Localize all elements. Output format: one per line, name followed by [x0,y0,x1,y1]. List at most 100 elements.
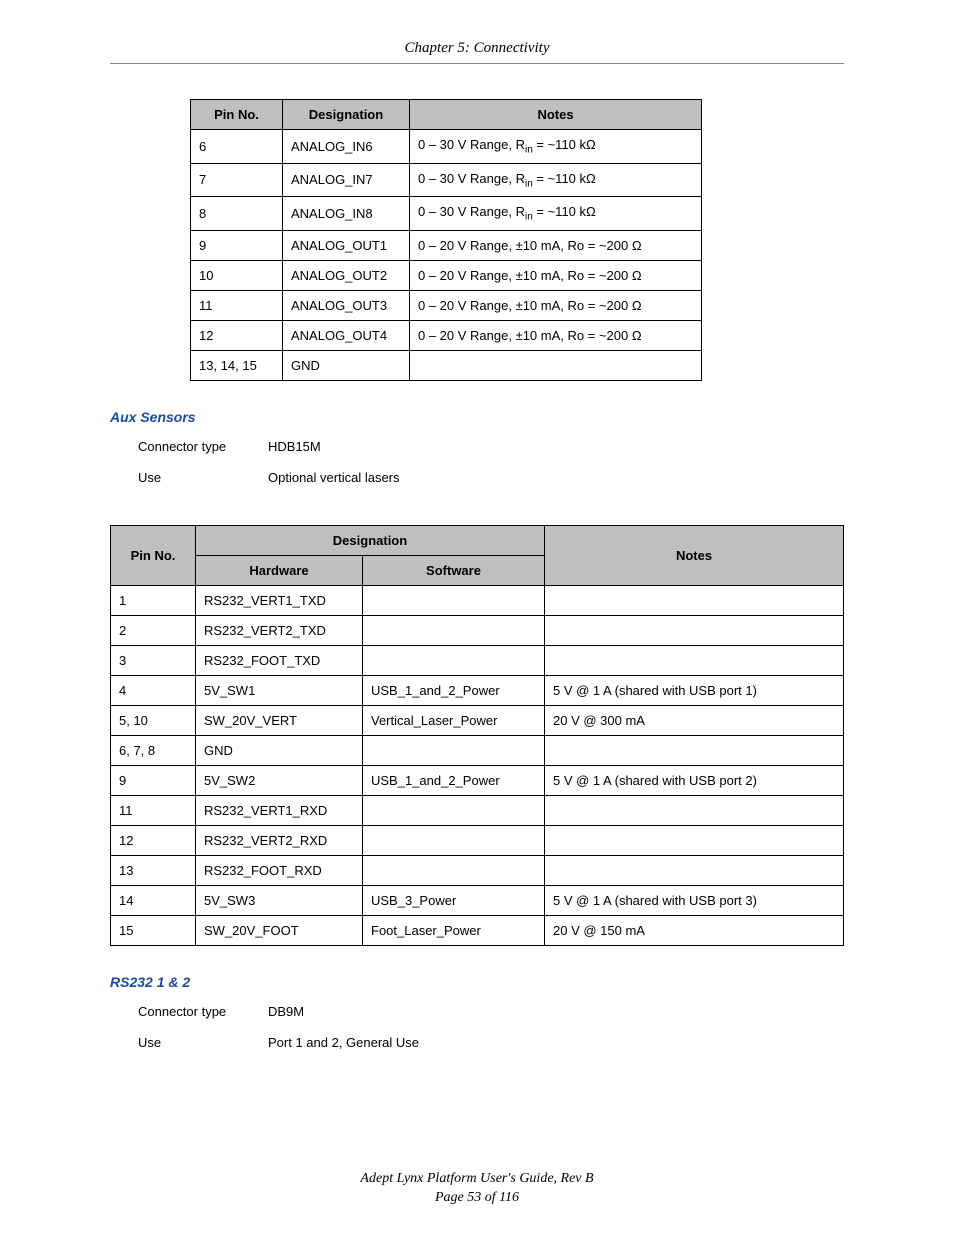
cell-hardware: 5V_SW2 [196,765,363,795]
cell-notes [545,825,844,855]
cell-designation: GND [283,350,410,380]
col-designation: Designation [283,100,410,130]
cell-software [363,855,545,885]
cell-pin-no: 12 [191,320,283,350]
page-content: Chapter 5: Connectivity Pin No. Designat… [0,0,954,1248]
cell-software: USB_3_Power [363,885,545,915]
cell-hardware: RS232_VERT1_TXD [196,585,363,615]
page-footer: Adept Lynx Platform User's Guide, Rev B … [110,1170,844,1208]
cell-notes: 0 – 30 V Range, Rin = ~110 kΩ [410,197,702,231]
table-row: 3RS232_FOOT_TXD [111,645,844,675]
table-row: 12RS232_VERT2_RXD [111,825,844,855]
use-value: Optional vertical lasers [268,470,844,485]
cell-pin-no: 2 [111,615,196,645]
cell-hardware: 5V_SW1 [196,675,363,705]
rs232-connector-type-row: Connector type DB9M [138,1004,844,1019]
use-row: Use Optional vertical lasers [138,470,844,485]
header-rule [110,63,844,64]
cell-pin-no: 7 [191,163,283,197]
cell-software: Vertical_Laser_Power [363,705,545,735]
cell-hardware: RS232_FOOT_RXD [196,855,363,885]
cell-hardware: RS232_VERT1_RXD [196,795,363,825]
connector-type-row: Connector type HDB15M [138,439,844,454]
cell-notes: 20 V @ 150 mA [545,915,844,945]
table-row: 15SW_20V_FOOTFoot_Laser_Power20 V @ 150 … [111,915,844,945]
connector-type-label: Connector type [138,439,268,454]
cell-notes [545,795,844,825]
aux-sensors-title: Aux Sensors [110,409,844,425]
cell-software: USB_1_and_2_Power [363,675,545,705]
cell-designation: ANALOG_IN6 [283,130,410,164]
cell-designation: ANALOG_OUT3 [283,290,410,320]
cell-hardware: RS232_VERT2_TXD [196,615,363,645]
col-notes: Notes [545,525,844,585]
chapter-header: Chapter 5: Connectivity [110,40,844,63]
cell-software [363,585,545,615]
cell-pin-no: 10 [191,260,283,290]
cell-notes: 20 V @ 300 mA [545,705,844,735]
table-row: 11RS232_VERT1_RXD [111,795,844,825]
table-row: 2RS232_VERT2_TXD [111,615,844,645]
table-row: 12ANALOG_OUT40 – 20 V Range, ±10 mA, Ro … [191,320,702,350]
footer-title: Adept Lynx Platform User's Guide, Rev B [110,1170,844,1189]
table-row: 13RS232_FOOT_RXD [111,855,844,885]
col-pin-no: Pin No. [111,525,196,585]
cell-pin-no: 6, 7, 8 [111,735,196,765]
cell-notes [545,735,844,765]
table-row: 95V_SW2USB_1_and_2_Power5 V @ 1 A (share… [111,765,844,795]
cell-designation: ANALOG_OUT1 [283,230,410,260]
cell-notes: 0 – 30 V Range, Rin = ~110 kΩ [410,163,702,197]
cell-pin-no: 14 [111,885,196,915]
cell-hardware: RS232_VERT2_RXD [196,825,363,855]
cell-notes [545,645,844,675]
cell-hardware: SW_20V_FOOT [196,915,363,945]
table-row: 6, 7, 8GND [111,735,844,765]
table-row: 45V_SW1USB_1_and_2_Power5 V @ 1 A (share… [111,675,844,705]
cell-notes: 0 – 20 V Range, ±10 mA, Ro = ~200 Ω [410,260,702,290]
cell-notes: 0 – 20 V Range, ±10 mA, Ro = ~200 Ω [410,320,702,350]
cell-pin-no: 11 [111,795,196,825]
cell-pin-no: 13, 14, 15 [191,350,283,380]
cell-software: Foot_Laser_Power [363,915,545,945]
cell-notes [545,615,844,645]
cell-notes: 5 V @ 1 A (shared with USB port 2) [545,765,844,795]
rs232-use-value: Port 1 and 2, General Use [268,1035,844,1050]
table-row: 1RS232_VERT1_TXD [111,585,844,615]
cell-software [363,735,545,765]
cell-designation: ANALOG_IN7 [283,163,410,197]
cell-notes: 5 V @ 1 A (shared with USB port 1) [545,675,844,705]
rs232-use-row: Use Port 1 and 2, General Use [138,1035,844,1050]
cell-notes: 5 V @ 1 A (shared with USB port 3) [545,885,844,915]
rs232-title: RS232 1 & 2 [110,974,844,990]
footer-page: Page 53 of 116 [110,1189,844,1208]
table-row: 11ANALOG_OUT30 – 20 V Range, ±10 mA, Ro … [191,290,702,320]
cell-notes [410,350,702,380]
cell-pin-no: 9 [111,765,196,795]
cell-pin-no: 5, 10 [111,705,196,735]
col-notes: Notes [410,100,702,130]
rs232-use-label: Use [138,1035,268,1050]
cell-software [363,795,545,825]
cell-hardware: 5V_SW3 [196,885,363,915]
cell-notes: 0 – 20 V Range, ±10 mA, Ro = ~200 Ω [410,230,702,260]
col-hardware: Hardware [196,555,363,585]
cell-notes: 0 – 30 V Range, Rin = ~110 kΩ [410,130,702,164]
cell-pin-no: 6 [191,130,283,164]
cell-designation: ANALOG_IN8 [283,197,410,231]
use-label: Use [138,470,268,485]
aux-sensors-table: Pin No. Designation Notes Hardware Softw… [110,525,844,946]
cell-pin-no: 1 [111,585,196,615]
cell-notes: 0 – 20 V Range, ±10 mA, Ro = ~200 Ω [410,290,702,320]
analog-io-table: Pin No. Designation Notes 6ANALOG_IN60 –… [190,99,702,381]
cell-pin-no: 11 [191,290,283,320]
cell-pin-no: 9 [191,230,283,260]
cell-software: USB_1_and_2_Power [363,765,545,795]
cell-hardware: SW_20V_VERT [196,705,363,735]
cell-designation: ANALOG_OUT2 [283,260,410,290]
cell-software [363,645,545,675]
table-row: 5, 10SW_20V_VERTVertical_Laser_Power20 V… [111,705,844,735]
table-row: 7ANALOG_IN70 – 30 V Range, Rin = ~110 kΩ [191,163,702,197]
rs232-connector-type-value: DB9M [268,1004,844,1019]
cell-pin-no: 8 [191,197,283,231]
table-row: 8ANALOG_IN80 – 30 V Range, Rin = ~110 kΩ [191,197,702,231]
